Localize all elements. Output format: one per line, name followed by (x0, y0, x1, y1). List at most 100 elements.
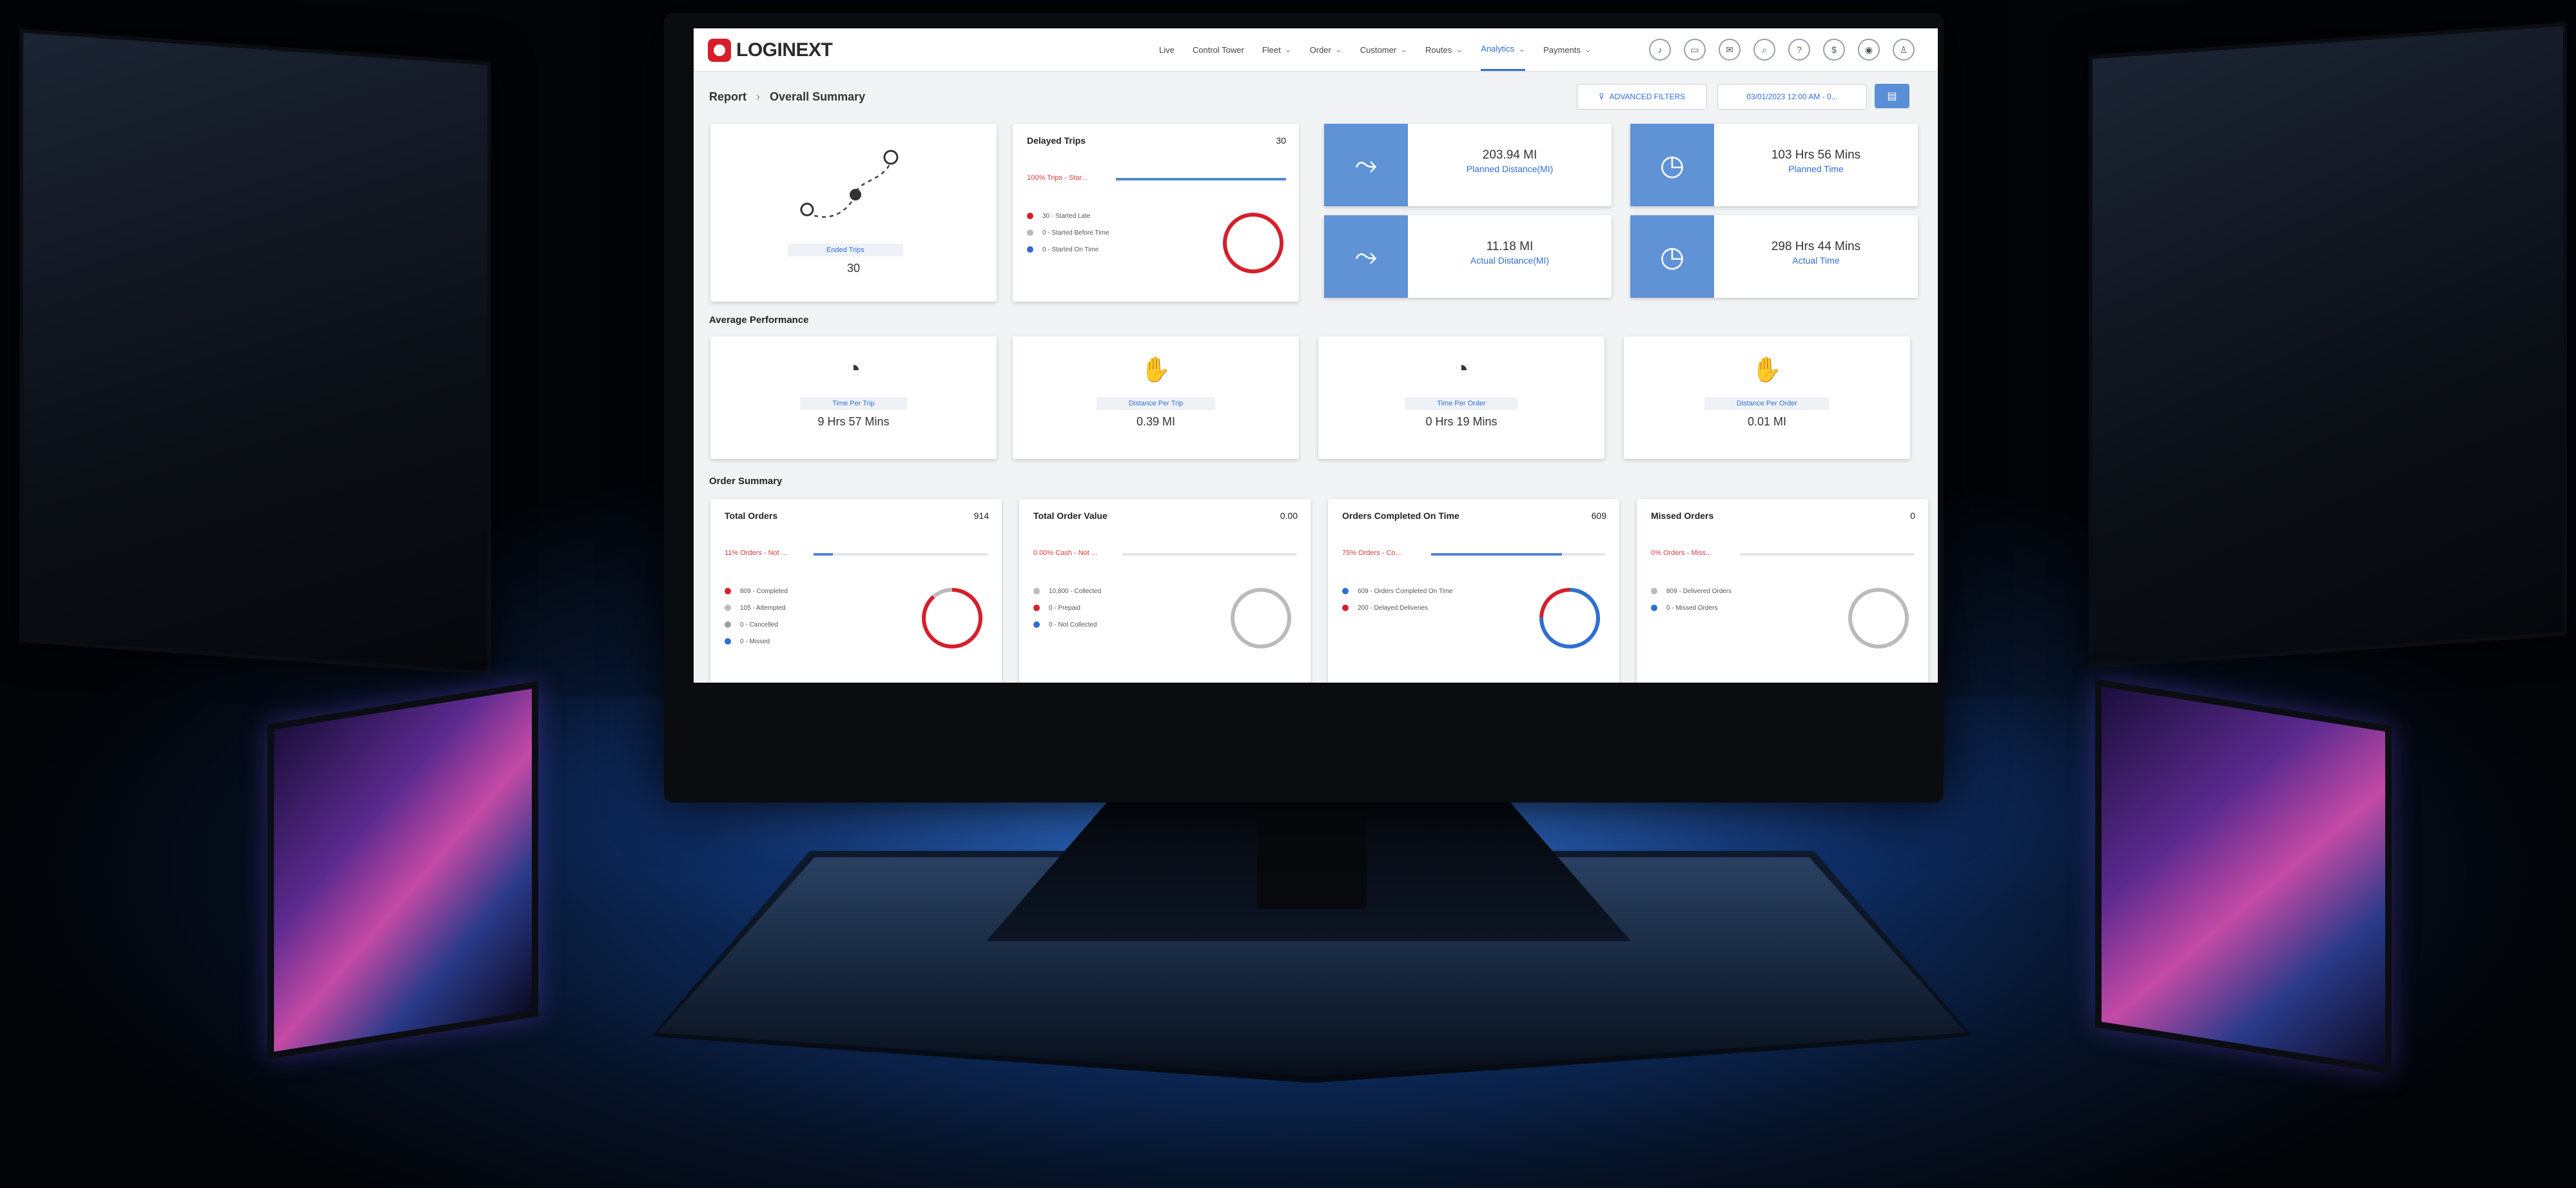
ended-trips-card: Ended Trips 30 (710, 124, 997, 302)
nav-item-label: Routes (1425, 44, 1452, 55)
order-card-progress-fill (814, 553, 833, 556)
legend-label: 809 - Delivered Orders (1666, 587, 1732, 595)
top-navigation-bar: LOGINEXT Live Control Tower Fleet ⌄ Order ⌄ Cu… (694, 28, 1938, 72)
chevron-down-icon: ⌄ (1334, 44, 1342, 54)
nav-item-customer[interactable]: Customer ⌄ (1360, 28, 1407, 71)
background-tablet-left (268, 681, 538, 1060)
order-card-donut-chart (1848, 588, 1909, 648)
order-card-count: 0.00 (1280, 511, 1298, 521)
nav-item-order[interactable]: Order ⌄ (1310, 28, 1342, 71)
legend-dot (1033, 621, 1040, 628)
nav-item-control-tower[interactable]: Control Tower (1193, 28, 1244, 71)
legend-label: 0 - Not Collected (1049, 621, 1097, 628)
metric-card-actual-distance-mi: ⤳ 11.18 MI Actual Distance(MI) (1324, 215, 1612, 298)
avg-label: Time Per Trip (800, 397, 907, 410)
legend-dot (1027, 229, 1033, 236)
clock-icon: ◷ (1659, 149, 1685, 181)
mail-icon[interactable]: ✉ (1719, 39, 1741, 61)
order-card-progress-track (1122, 553, 1296, 556)
advanced-filters-button[interactable]: ⊽ ADVANCED FILTERS (1577, 84, 1707, 110)
ended-trips-label: Ended Trips (788, 244, 903, 257)
chevron-down-icon: ⌄ (1284, 44, 1292, 54)
nav-item-label: Customer (1360, 44, 1397, 55)
metric-value: 203.94 MI (1482, 148, 1537, 162)
order-card-missed-orders: Missed Orders 0 0% Orders - Miss... 809 - D… (1637, 499, 1928, 683)
donut-slice (922, 588, 982, 648)
avg-value: 0.39 MI (1136, 415, 1176, 428)
order-card-orders-completed-on-time: Orders Completed On Time 609 75% Orders - … (1328, 499, 1619, 683)
metric-value: 298 Hrs 44 Mins (1771, 240, 1861, 253)
legend-item: 105 - Attempted (725, 599, 788, 616)
chat-icon[interactable]: ▭ (1684, 39, 1706, 61)
order-card-total-orders: Total Orders 914 11% Orders - Not ... 809 -… (710, 499, 1002, 683)
delayed-trips-progress-fill (1116, 178, 1286, 180)
legend-dot (1651, 605, 1657, 611)
calendar-icon: ▤ (1887, 91, 1897, 102)
nav-item-label: Order (1309, 44, 1331, 55)
brand-logo[interactable]: LOGINEXT (708, 37, 833, 63)
route-icon: ⤳ (1354, 240, 1378, 272)
order-card-progress-track (1740, 553, 1914, 556)
donut-slice (1848, 588, 1909, 648)
distance-hand-icon: ✋ (1751, 356, 1782, 384)
distance-hand-icon: ✋ (1140, 356, 1171, 384)
bell-icon[interactable]: ♪ (1649, 39, 1671, 61)
avg-card-distance-per-order: ✋ Distance Per Order 0.01 MI (1624, 336, 1910, 459)
nav-item-live[interactable]: Live (1159, 28, 1175, 71)
nav-item-label: Analytics (1481, 44, 1515, 54)
advanced-filters-label: ADVANCED FILTERS (1609, 92, 1686, 101)
route-icon: ⤳ (1354, 149, 1378, 180)
background-monitor-right (2089, 22, 2567, 669)
chevron-down-icon: ⌄ (1400, 44, 1408, 54)
legend-dot (725, 605, 731, 611)
order-card-count: 0 (1910, 511, 1915, 521)
calendar-button[interactable]: ▤ (1875, 84, 1909, 108)
chevron-down-icon: ⌄ (1518, 43, 1526, 54)
background-tablet-right (2095, 679, 2392, 1075)
legend-item: 0 - Missed (725, 633, 788, 650)
order-card-title: Missed Orders (1651, 511, 1714, 521)
legend-item: 0 - Started On Time (1027, 241, 1109, 258)
breadcrumb-separator: › (756, 90, 761, 103)
metric-icon-box: ⤳ (1324, 124, 1408, 206)
avg-label: Time Per Order (1405, 397, 1518, 410)
help-icon[interactable]: ? (1788, 39, 1810, 61)
legend-item: 10,800 - Collected (1033, 583, 1101, 599)
legend-item: 0 - Prepaid (1033, 599, 1101, 616)
order-card-progress-track (814, 553, 988, 556)
metric-label: Actual Distance(MI) (1470, 255, 1550, 266)
nav-icon-group: ♪ ▭ ✉ ⌕? $ ◉ ♙ (1636, 39, 1915, 61)
order-card-count: 609 (1591, 511, 1606, 521)
legend-item: 809 - Delivered Orders (1651, 583, 1732, 599)
order-summary-title: Order Summary (709, 476, 783, 487)
avg-value: 0.01 MI (1747, 415, 1787, 428)
metric-card-planned-time: ◷ 103 Hrs 56 Mins Planned Time (1630, 124, 1918, 206)
legend-item: 0 - Started Before Time (1027, 224, 1109, 241)
user-tree-icon[interactable]: ♙ (1893, 39, 1915, 61)
chevron-down-icon: ⌄ (1584, 44, 1592, 54)
dashboard-screen: LOGINEXT Live Control Tower Fleet ⌄ Order ⌄ Cu… (694, 28, 1938, 683)
legend-label: 0 - Started On Time (1042, 246, 1099, 253)
legend-item: 609 - Orders Completed On Time (1342, 583, 1453, 599)
eye-icon[interactable]: ◉ (1858, 39, 1880, 61)
legend-label: 0 - Missed (740, 638, 770, 645)
brand-name: LOGINEXT (736, 39, 833, 61)
dollar-icon[interactable]: $ (1823, 39, 1845, 61)
order-card-donut-chart (1231, 588, 1291, 648)
nav-item-fleet[interactable]: Fleet ⌄ (1262, 28, 1292, 71)
avg-card-time-per-order: ◔ Time Per Order 0 Hrs 19 Mins (1318, 336, 1605, 459)
legend-item: 0 - Missed Orders (1651, 599, 1732, 616)
legend-dot (1033, 588, 1040, 594)
order-card-title: Total Orders (725, 511, 778, 521)
date-range-picker[interactable]: 03/01/2023 12:00 AM - 0... (1717, 84, 1867, 110)
search-icon[interactable]: ⌕ (1753, 39, 1775, 61)
legend-label: 0 - Started Before Time (1042, 229, 1109, 237)
legend-dot (1027, 213, 1033, 219)
order-card-percent: 0.00% Cash - Not ... (1033, 549, 1098, 557)
nav-item-analytics[interactable]: Analytics ⌄ (1481, 28, 1526, 71)
nav-item-payments[interactable]: Payments ⌄ (1543, 28, 1592, 71)
nav-item-routes[interactable]: Routes ⌄ (1425, 28, 1463, 71)
donut-slice (1223, 213, 1283, 273)
breadcrumb-root[interactable]: Report (709, 90, 746, 103)
delayed-trips-percent: 100% Trips - Star... (1027, 174, 1088, 182)
